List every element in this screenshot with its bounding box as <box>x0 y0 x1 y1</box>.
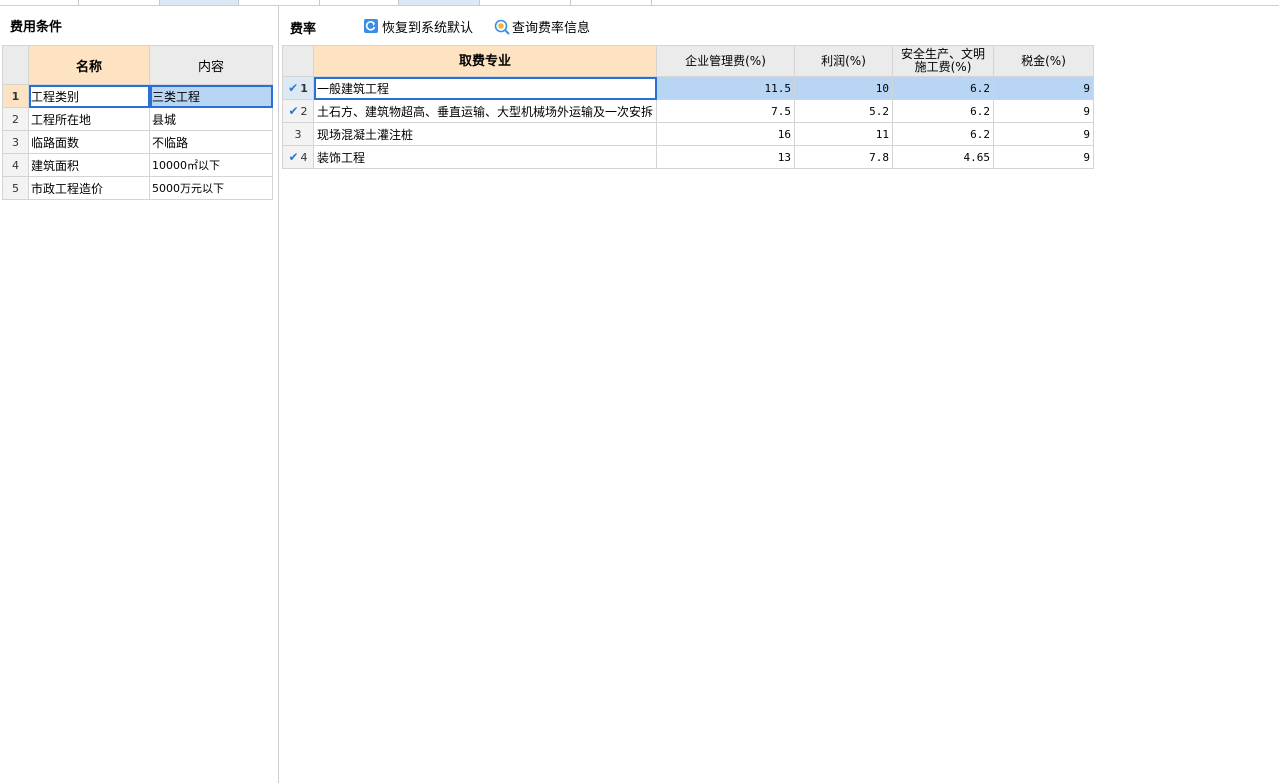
table-row[interactable]: 4 建筑面积 10000㎡以下 <box>2 153 273 177</box>
corner-cell <box>282 45 314 77</box>
management-fee-cell[interactable]: 11.5 <box>656 76 796 100</box>
profit-cell[interactable]: 11 <box>794 122 894 146</box>
fee-conditions-title: 费用条件 <box>10 20 63 35</box>
safety-fee-cell[interactable]: 4.65 <box>892 145 995 169</box>
table-row[interactable]: 2 工程所在地 县城 <box>2 107 273 131</box>
restore-icon <box>364 19 378 33</box>
table-row[interactable]: 3 现场混凝土灌注桩 16 11 6.2 9 <box>282 122 1095 146</box>
column-header-tax[interactable]: 税金(%) <box>993 45 1095 77</box>
specialty-cell[interactable]: 一般建筑工程 <box>312 76 658 100</box>
row-number[interactable]: 2 <box>2 107 29 131</box>
safety-fee-cell[interactable]: 6.2 <box>892 76 995 100</box>
column-header-management-fee[interactable]: 企业管理费(%) <box>656 45 796 77</box>
table-row[interactable]: ✔ 1 一般建筑工程 11.5 10 6.2 9 <box>282 76 1095 100</box>
row-number-cell[interactable]: ✔ 2 <box>282 99 314 123</box>
column-header-safety-fee[interactable]: 安全生产、文明施工费(%) <box>892 45 995 77</box>
top-tab-1[interactable] <box>0 0 79 5</box>
safety-fee-cell[interactable]: 6.2 <box>892 122 995 146</box>
management-fee-cell[interactable]: 13 <box>656 145 796 169</box>
condition-name-cell[interactable]: 建筑面积 <box>28 153 150 177</box>
top-tab-5[interactable] <box>320 0 399 5</box>
column-header-name[interactable]: 名称 <box>28 45 150 85</box>
top-tab-7[interactable] <box>480 0 571 5</box>
top-tab-6[interactable] <box>399 0 480 5</box>
specialty-cell[interactable]: 现场混凝土灌注桩 <box>312 122 658 146</box>
management-fee-cell[interactable]: 16 <box>656 122 796 146</box>
row-number: 3 <box>294 127 302 141</box>
row-number: 1 <box>300 82 308 95</box>
condition-content-cell[interactable]: 县城 <box>149 107 273 131</box>
profit-cell[interactable]: 10 <box>794 76 894 100</box>
column-header-content[interactable]: 内容 <box>149 45 273 85</box>
row-number-cell[interactable]: 3 <box>282 122 314 146</box>
condition-content-cell[interactable]: 10000㎡以下 <box>149 153 273 177</box>
condition-name-cell[interactable]: 工程所在地 <box>28 107 150 131</box>
top-tab-4[interactable] <box>239 0 320 5</box>
condition-content-cell[interactable]: 不临路 <box>149 130 273 154</box>
row-number: 2 <box>300 105 308 118</box>
condition-content-cell[interactable]: 5000万元以下 <box>149 176 273 200</box>
tax-cell[interactable]: 9 <box>993 145 1095 169</box>
table-row[interactable]: 3 临路面数 不临路 <box>2 130 273 154</box>
row-number[interactable]: 5 <box>2 176 29 200</box>
condition-name-cell[interactable]: 工程类别 <box>28 84 150 108</box>
top-tab-2[interactable] <box>79 0 160 5</box>
check-icon: ✔ <box>288 81 299 95</box>
fee-rate-title: 费率 <box>290 22 317 37</box>
query-icon <box>494 19 510 35</box>
fee-rate-panel: 费率 恢复到系统默认 查询费率信息 取费专业 企业管理费(%) 利润(%) 安全… <box>280 6 1279 783</box>
profit-cell[interactable]: 7.8 <box>794 145 894 169</box>
column-header-specialty[interactable]: 取费专业 <box>312 45 658 77</box>
top-tab-3[interactable] <box>160 0 239 5</box>
table-row[interactable]: 1 工程类别 三类工程 <box>2 84 273 108</box>
row-number-cell[interactable]: ✔ 4 <box>282 145 314 169</box>
check-icon: ✔ <box>288 150 299 164</box>
column-header-profit[interactable]: 利润(%) <box>794 45 894 77</box>
restore-default-button[interactable]: 恢复到系统默认 <box>364 16 473 36</box>
table-row[interactable]: ✔ 4 装饰工程 13 7.8 4.65 9 <box>282 145 1095 169</box>
table-row[interactable]: 5 市政工程造价 5000万元以下 <box>2 176 273 200</box>
tax-cell[interactable]: 9 <box>993 76 1095 100</box>
specialty-cell[interactable]: 土石方、建筑物超高、垂直运输、大型机械场外运输及一次安拆 <box>312 99 658 123</box>
tax-cell[interactable]: 9 <box>993 99 1095 123</box>
row-number[interactable]: 4 <box>2 153 29 177</box>
row-number: 4 <box>300 151 308 164</box>
management-fee-cell[interactable]: 7.5 <box>656 99 796 123</box>
condition-content-cell[interactable]: 三类工程 <box>149 84 273 108</box>
query-rate-button[interactable]: 查询费率信息 <box>494 16 590 36</box>
fee-rate-table: 取费专业 企业管理费(%) 利润(%) 安全生产、文明施工费(%) 税金(%) … <box>282 45 1095 169</box>
fee-conditions-table: 名称 内容 1 工程类别 三类工程 2 工程所在地 县城 3 临路面数 不临路 … <box>2 45 273 200</box>
condition-name-cell[interactable]: 临路面数 <box>28 130 150 154</box>
specialty-cell[interactable]: 装饰工程 <box>312 145 658 169</box>
safety-fee-cell[interactable]: 6.2 <box>892 99 995 123</box>
row-number[interactable]: 1 <box>2 84 29 108</box>
profit-cell[interactable]: 5.2 <box>794 99 894 123</box>
row-number-cell[interactable]: ✔ 1 <box>282 76 314 100</box>
restore-default-label: 恢复到系统默认 <box>382 20 474 36</box>
check-icon: ✔ <box>288 104 299 118</box>
fee-conditions-panel: 费用条件 名称 内容 1 工程类别 三类工程 2 工程所在地 县城 3 临路面数… <box>0 6 279 783</box>
row-number[interactable]: 3 <box>2 130 29 154</box>
table-row[interactable]: ✔ 2 土石方、建筑物超高、垂直运输、大型机械场外运输及一次安拆 7.5 5.2 … <box>282 99 1095 123</box>
tax-cell[interactable]: 9 <box>993 122 1095 146</box>
corner-cell <box>2 45 29 85</box>
top-tab-8[interactable] <box>571 0 652 5</box>
query-rate-label: 查询费率信息 <box>512 20 591 36</box>
condition-name-cell[interactable]: 市政工程造价 <box>28 176 150 200</box>
